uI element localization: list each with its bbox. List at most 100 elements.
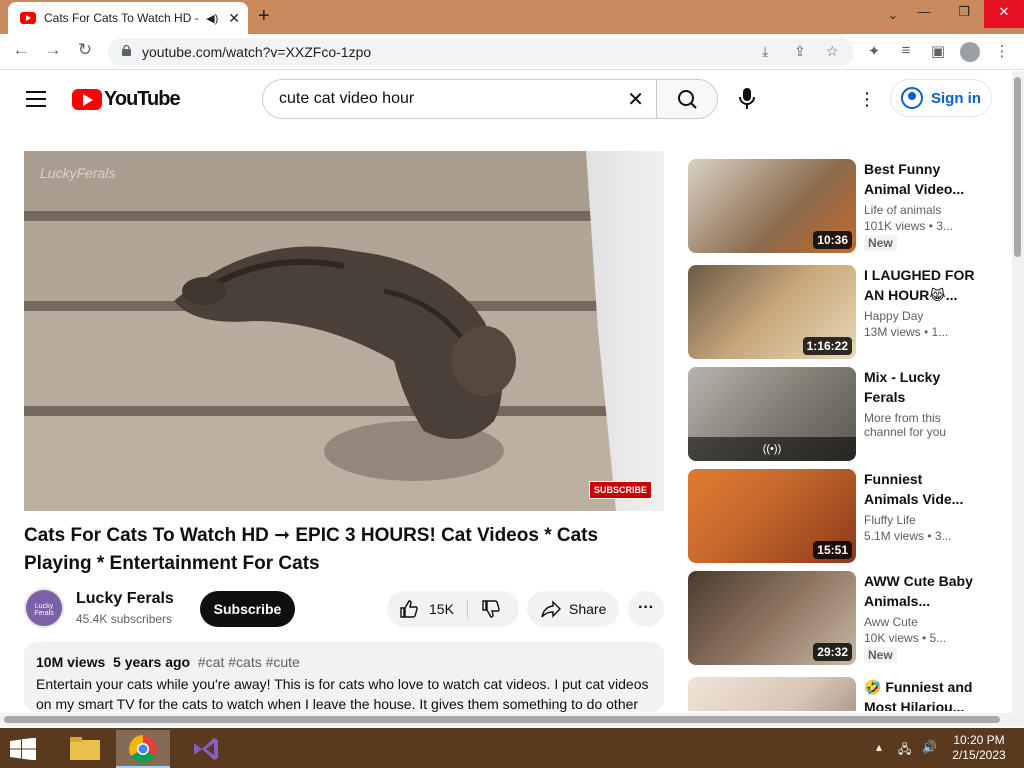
mix-radio-icon: ((•)) <box>688 437 856 461</box>
system-clock[interactable]: 10:20 PM 2/15/2023 <box>944 733 1014 763</box>
reload-icon[interactable]: ↻ <box>74 40 96 60</box>
duration-badge: 10:36 <box>813 231 852 249</box>
channel-avatar[interactable]: Lucky Ferals <box>24 588 64 628</box>
profile-avatar[interactable] <box>960 42 980 62</box>
search-query: cute cat video hour <box>279 90 415 107</box>
description-box[interactable]: 10M views 5 years ago #cat #cats #cute E… <box>24 642 664 712</box>
windows-taskbar: ▴ 🖧 🔊 10:20 PM 2/15/2023 <box>0 728 1024 768</box>
recommendation-channel: More from this channel for you <box>864 411 947 439</box>
tab-title: Cats For Cats To Watch HD - <box>44 11 199 25</box>
recommendation-item[interactable]: 🤣 Funniest and Most Hilariou... <box>688 677 998 711</box>
extensions-icon[interactable]: ✦ <box>864 42 884 60</box>
search-button[interactable] <box>656 79 718 119</box>
like-divider <box>467 599 468 619</box>
youtube-play-logo-icon <box>72 89 102 110</box>
horizontal-scrollbar[interactable] <box>0 713 1012 726</box>
side-panel-icon[interactable]: ▣ <box>928 42 948 60</box>
new-tab-button[interactable]: + <box>258 5 270 28</box>
hamburger-menu-icon[interactable] <box>26 91 46 107</box>
video-thumbnail[interactable]: 1:16:22 <box>688 265 856 359</box>
minimize-icon[interactable]: — <box>904 0 944 28</box>
recommendation-title[interactable]: Best Funny Animal Video... <box>864 159 976 199</box>
restore-icon[interactable]: ❐ <box>944 0 984 28</box>
search-input[interactable]: cute cat video hour ✕ <box>262 79 656 119</box>
clear-search-icon[interactable]: ✕ <box>627 87 644 112</box>
tab-audio-icon[interactable]: ◀) <box>206 12 218 25</box>
mix-thumbnail[interactable]: ((•)) <box>688 367 856 461</box>
more-actions-icon[interactable]: ··· <box>628 591 664 627</box>
clock-time: 10:20 PM <box>953 733 1005 747</box>
install-icon[interactable]: ⤓ <box>762 43 768 60</box>
recommendation-title[interactable]: 🤣 Funniest and Most Hilariou... <box>864 677 976 711</box>
browser-menu-icon[interactable]: ⋮ <box>992 42 1012 60</box>
recommendation-title[interactable]: Mix - Lucky Ferals <box>864 367 976 407</box>
bookmark-star-icon[interactable]: ☆ <box>826 43 839 60</box>
clock-date: 2/15/2023 <box>952 748 1006 762</box>
video-thumbnail[interactable]: 15:51 <box>688 469 856 563</box>
subscribe-overlay-badge[interactable]: SUBSCRIBE <box>588 481 652 499</box>
description-meta: 10M views 5 years ago #cat #cats #cute <box>36 654 652 670</box>
volume-icon[interactable]: 🔊 <box>922 740 937 754</box>
sign-in-button[interactable]: Sign in <box>890 79 992 117</box>
recommendation-channel[interactable]: Fluffy Life <box>864 513 976 527</box>
horizontal-scroll-thumb[interactable] <box>4 716 1000 723</box>
sign-in-label: Sign in <box>931 89 981 107</box>
microphone-icon[interactable] <box>737 87 757 111</box>
share-label: Share <box>569 601 607 617</box>
recommendation-item[interactable]: 15:51 Funniest Animals Vide... Fluffy Li… <box>688 469 998 563</box>
chrome-taskbar-icon[interactable] <box>116 730 170 768</box>
recommendation-channel[interactable]: Aww Cute <box>864 615 976 629</box>
video-player[interactable]: LuckyFerals SUBSCRIBE <box>24 151 664 511</box>
windows-start-icon[interactable] <box>10 738 36 760</box>
like-dislike-group: 15K <box>387 591 519 627</box>
video-thumbnail[interactable]: 10:36 <box>688 159 856 253</box>
search-icon <box>678 90 697 109</box>
new-badge: New <box>864 235 897 251</box>
settings-more-icon[interactable]: ⋮ <box>858 89 876 110</box>
subscribe-button[interactable]: Subscribe <box>200 591 295 627</box>
recommendation-views: 13M views • 1... <box>864 325 949 339</box>
media-control-icon[interactable]: ≡ <box>896 42 916 59</box>
back-icon[interactable]: ← <box>10 40 32 60</box>
share-page-icon[interactable]: ⇪ <box>794 43 806 60</box>
duration-badge: 1:16:22 <box>802 337 852 355</box>
recommendation-item[interactable]: 29:32 AWW Cute Baby Animals... Aww Cute … <box>688 571 998 665</box>
thumbs-down-icon[interactable] <box>481 599 501 619</box>
browser-tab[interactable]: Cats For Cats To Watch HD - ◀) ✕ <box>8 2 248 34</box>
video-thumbnail[interactable] <box>688 677 856 711</box>
address-bar[interactable]: youtube.com/watch?v=XXZFco-1zpo ⤓ ⇪ ☆ <box>108 38 854 66</box>
recommendation-item[interactable]: 1:16:22 I LAUGHED FOR AN HOUR😹... Happy … <box>688 265 998 359</box>
video-thumbnail[interactable]: 29:32 <box>688 571 856 665</box>
tab-search-chevron-icon[interactable]: ⌄ <box>888 8 898 22</box>
recommendation-channel[interactable]: Happy Day <box>864 309 976 323</box>
like-count: 15K <box>429 601 454 617</box>
window-close-icon[interactable]: ✕ <box>984 0 1024 28</box>
vertical-scroll-thumb[interactable] <box>1014 77 1021 257</box>
show-hidden-icons-icon[interactable]: ▴ <box>876 740 882 754</box>
recommendation-item[interactable]: ((•)) Mix - Lucky Ferals More from this … <box>688 367 998 461</box>
recommendation-views: 5.1M views • 3... <box>864 529 952 543</box>
lock-icon <box>122 45 131 56</box>
like-button[interactable]: 15K <box>399 599 454 619</box>
recommendation-views: 10K views • 5... <box>864 631 947 645</box>
youtube-header: YouTube cute cat video hour ✕ ⋮ Sign in <box>0 71 1010 127</box>
recommendation-title[interactable]: I LAUGHED FOR AN HOUR😹... <box>864 265 976 305</box>
share-button[interactable]: Share <box>527 591 619 627</box>
youtube-logo[interactable]: YouTube <box>72 88 181 111</box>
recommendation-title[interactable]: AWW Cute Baby Animals... <box>864 571 976 611</box>
visual-studio-icon[interactable] <box>178 730 232 768</box>
hashtags[interactable]: #cat #cats #cute <box>198 654 300 670</box>
recommendation-item[interactable]: 10:36 Best Funny Animal Video... Life of… <box>688 159 998 253</box>
vertical-scrollbar[interactable] <box>1012 71 1024 726</box>
recommendation-title[interactable]: Funniest Animals Vide... <box>864 469 976 509</box>
account-icon <box>901 87 923 109</box>
file-explorer-icon[interactable] <box>58 730 112 768</box>
browser-toolbar: ← → ↻ youtube.com/watch?v=XXZFco-1zpo ⤓ … <box>0 34 1024 70</box>
network-icon[interactable]: 🖧 <box>898 740 911 761</box>
forward-icon[interactable]: → <box>42 40 64 60</box>
recommendation-channel[interactable]: Life of animals <box>864 203 976 217</box>
cat-image <box>174 246 516 481</box>
channel-name[interactable]: Lucky Ferals <box>76 590 174 608</box>
tab-close-icon[interactable]: ✕ <box>228 10 240 27</box>
duration-badge: 15:51 <box>813 541 852 559</box>
